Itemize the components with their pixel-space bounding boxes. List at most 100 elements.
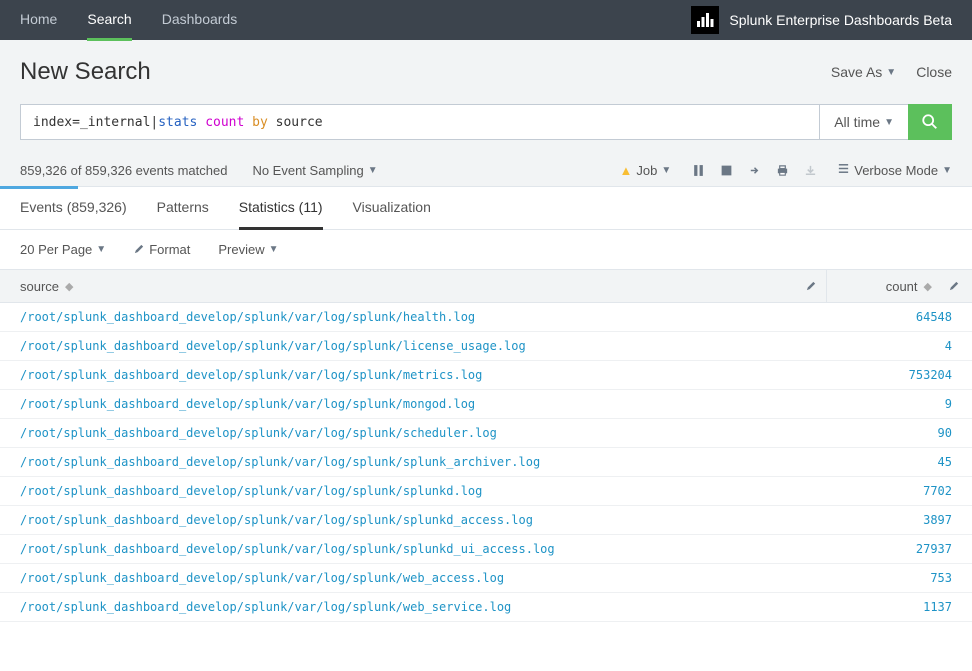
caret-down-icon: ▼ — [884, 117, 894, 128]
cell-count[interactable]: 45 — [827, 448, 972, 476]
pencil-icon — [806, 278, 817, 294]
cell-count[interactable]: 1137 — [827, 593, 972, 621]
job-right: ▲ Job ▼ Verbose Mode ▼ — [620, 162, 953, 178]
cell-count[interactable]: 3897 — [827, 506, 972, 534]
cell-source[interactable]: /root/splunk_dashboard_develop/splunk/va… — [0, 361, 827, 389]
format-button[interactable]: Format — [134, 242, 190, 257]
per-page-label: 20 Per Page — [20, 242, 92, 257]
tab-events[interactable]: Events (859,326) — [20, 199, 127, 229]
nav-home[interactable]: Home — [20, 0, 57, 41]
table-row: /root/splunk_dashboard_develop/splunk/va… — [0, 361, 972, 390]
per-page-dropdown[interactable]: 20 Per Page ▼ — [20, 242, 106, 257]
cell-count[interactable]: 27937 — [827, 535, 972, 563]
results-toolbar: 20 Per Page ▼ Format Preview ▼ — [0, 230, 972, 269]
preview-dropdown[interactable]: Preview ▼ — [218, 242, 278, 257]
column-header-source[interactable]: source ◆ — [0, 270, 797, 302]
cell-count[interactable]: 7702 — [827, 477, 972, 505]
warning-icon: ▲ — [620, 163, 633, 178]
format-label: Format — [149, 242, 190, 257]
tab-patterns[interactable]: Patterns — [157, 199, 209, 229]
list-icon — [837, 162, 850, 178]
share-icon[interactable] — [747, 163, 761, 177]
cell-source[interactable]: /root/splunk_dashboard_develop/splunk/va… — [0, 303, 827, 331]
progress-indicator — [0, 186, 78, 189]
table-row: /root/splunk_dashboard_develop/splunk/va… — [0, 332, 972, 361]
caret-down-icon: ▼ — [96, 244, 106, 255]
cell-count[interactable]: 4 — [827, 332, 972, 360]
event-sampling-dropdown[interactable]: No Event Sampling ▼ — [252, 163, 377, 178]
table-row: /root/splunk_dashboard_develop/splunk/va… — [0, 390, 972, 419]
tab-statistics[interactable]: Statistics (11) — [239, 199, 323, 230]
job-label: Job — [636, 163, 657, 178]
search-mode-label: Verbose Mode — [854, 163, 938, 178]
table-row: /root/splunk_dashboard_develop/splunk/va… — [0, 448, 972, 477]
events-matched: 859,326 of 859,326 events matched — [20, 163, 227, 178]
app-title: Splunk Enterprise Dashboards Beta — [729, 12, 952, 28]
caret-down-icon: ▼ — [269, 244, 279, 255]
save-as-button[interactable]: Save As ▼ — [831, 64, 896, 80]
cell-count[interactable]: 753204 — [827, 361, 972, 389]
app-logo-icon — [691, 6, 719, 34]
table-body: /root/splunk_dashboard_develop/splunk/va… — [0, 303, 972, 622]
caret-down-icon: ▼ — [942, 165, 952, 176]
cell-source[interactable]: /root/splunk_dashboard_develop/splunk/va… — [0, 535, 827, 563]
sort-icon: ◆ — [924, 280, 932, 293]
close-button[interactable]: Close — [916, 64, 952, 80]
result-tabs: Events (859,326) Patterns Statistics (11… — [0, 187, 972, 230]
caret-down-icon: ▼ — [368, 165, 378, 176]
search-row: index=_internal| stats count by source A… — [0, 104, 972, 154]
job-menu[interactable]: ▲ Job ▼ — [620, 163, 672, 178]
search-prefix: index=_internal| — [33, 115, 158, 130]
header-actions: Save As ▼ Close — [831, 64, 952, 80]
search-icon — [921, 113, 939, 131]
page-title: New Search — [20, 58, 151, 86]
page-header: New Search Save As ▼ Close — [0, 40, 972, 104]
export-icon[interactable] — [803, 163, 817, 177]
sort-icon: ◆ — [65, 280, 73, 293]
cell-count[interactable]: 753 — [827, 564, 972, 592]
cell-source[interactable]: /root/splunk_dashboard_develop/splunk/va… — [0, 593, 827, 621]
column-header-count[interactable]: count ◆ — [827, 270, 942, 302]
stop-icon[interactable] — [719, 163, 733, 177]
event-sampling-label: No Event Sampling — [252, 163, 363, 178]
table-row: /root/splunk_dashboard_develop/splunk/va… — [0, 564, 972, 593]
column-edit-source[interactable] — [797, 270, 827, 302]
nav-right: Splunk Enterprise Dashboards Beta — [691, 6, 952, 34]
nav-dashboards[interactable]: Dashboards — [162, 0, 238, 41]
column-source-label: source — [20, 279, 59, 294]
nav-search[interactable]: Search — [87, 0, 131, 41]
cell-count[interactable]: 90 — [827, 419, 972, 447]
search-arg: source — [276, 115, 323, 130]
table-row: /root/splunk_dashboard_develop/splunk/va… — [0, 535, 972, 564]
cell-source[interactable]: /root/splunk_dashboard_develop/splunk/va… — [0, 390, 827, 418]
cell-source[interactable]: /root/splunk_dashboard_develop/splunk/va… — [0, 448, 827, 476]
tab-visualization[interactable]: Visualization — [353, 199, 431, 229]
table-header: source ◆ count ◆ — [0, 269, 972, 303]
search-button[interactable] — [908, 104, 952, 140]
caret-down-icon: ▼ — [886, 67, 896, 78]
nav-left: Home Search Dashboards — [20, 0, 237, 41]
table-row: /root/splunk_dashboard_develop/splunk/va… — [0, 303, 972, 332]
cell-source[interactable]: /root/splunk_dashboard_develop/splunk/va… — [0, 332, 827, 360]
cell-count[interactable]: 9 — [827, 390, 972, 418]
cell-count[interactable]: 64548 — [827, 303, 972, 331]
column-count-label: count — [886, 279, 918, 294]
search-by: by — [252, 115, 268, 130]
save-as-label: Save As — [831, 64, 882, 80]
table-row: /root/splunk_dashboard_develop/splunk/va… — [0, 477, 972, 506]
pencil-icon — [134, 242, 145, 257]
top-nav: Home Search Dashboards Splunk Enterprise… — [0, 0, 972, 40]
cell-source[interactable]: /root/splunk_dashboard_develop/splunk/va… — [0, 506, 827, 534]
time-range-label: All time — [834, 114, 880, 130]
print-icon[interactable] — [775, 163, 789, 177]
time-range-picker[interactable]: All time ▼ — [819, 104, 908, 140]
cell-source[interactable]: /root/splunk_dashboard_develop/splunk/va… — [0, 564, 827, 592]
cell-source[interactable]: /root/splunk_dashboard_develop/splunk/va… — [0, 419, 827, 447]
pause-icon[interactable] — [691, 163, 705, 177]
cell-source[interactable]: /root/splunk_dashboard_develop/splunk/va… — [0, 477, 827, 505]
job-icons — [691, 163, 817, 177]
column-edit-count[interactable] — [942, 270, 972, 302]
search-input[interactable]: index=_internal| stats count by source — [20, 104, 819, 140]
search-mode-dropdown[interactable]: Verbose Mode ▼ — [837, 162, 952, 178]
job-bar: 859,326 of 859,326 events matched No Eve… — [0, 154, 972, 187]
